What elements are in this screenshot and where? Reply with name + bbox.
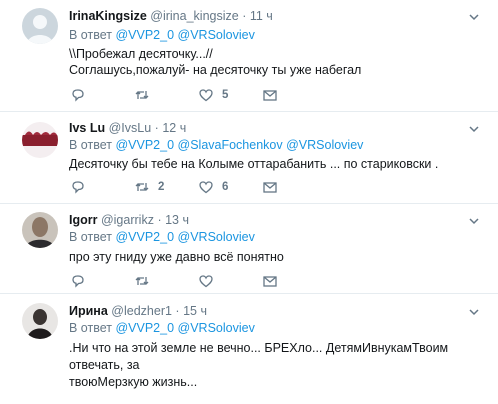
separator: · bbox=[154, 121, 159, 135]
reply-context: В ответ @VVP2_0 @SlavaFochenkov @VRSolov… bbox=[69, 138, 363, 152]
retweet-icon bbox=[135, 183, 149, 191]
like-count: 6 bbox=[222, 181, 229, 193]
tweet-text: Десяточку бы тебе на Колыме оттарабанить… bbox=[69, 156, 479, 172]
retweet-icon bbox=[135, 91, 149, 99]
display-name[interactable]: Ivs Lu bbox=[69, 121, 105, 135]
chevron-down-icon[interactable] bbox=[468, 215, 480, 227]
mention-link[interactable]: @VVP2_0 bbox=[115, 138, 174, 152]
user-handle[interactable]: @igarrikz bbox=[101, 213, 154, 227]
tweet[interactable]: IrinaKingsize @irina_kingsize · 11 ч В о… bbox=[0, 0, 498, 112]
like-button[interactable] bbox=[198, 272, 222, 290]
display-name[interactable]: IrinaKingsize bbox=[69, 9, 147, 23]
like-count: 5 bbox=[222, 89, 229, 101]
reply-prefix: В ответ bbox=[69, 321, 112, 335]
user-handle[interactable]: @ledzher1 bbox=[111, 304, 172, 318]
mention-link[interactable]: @VVP2_0 bbox=[115, 230, 174, 244]
heart-icon bbox=[199, 181, 213, 194]
reply-thread: IrinaKingsize @irina_kingsize · 11 ч В о… bbox=[0, 0, 498, 404]
envelope-icon bbox=[263, 182, 277, 193]
reply-prefix: В ответ bbox=[69, 230, 112, 244]
retweet-button[interactable]: 2 bbox=[134, 178, 164, 196]
mention-link[interactable]: @VRSoloviev bbox=[178, 230, 255, 244]
chevron-down-icon[interactable] bbox=[468, 306, 480, 318]
timestamp[interactable]: 15 ч bbox=[183, 304, 207, 318]
tweet-header: Ирина @ledzher1 · 15 ч bbox=[69, 304, 207, 318]
avatar[interactable] bbox=[22, 8, 58, 44]
tweet-text-line: Соглашусь,пожалуй- на десяточку ты уже н… bbox=[69, 63, 362, 77]
mention-link[interactable]: @VVP2_0 bbox=[115, 321, 174, 335]
reply-prefix: В ответ bbox=[69, 28, 112, 42]
tweet-text-line: .Ни что на этой земле не вечно... БРЕХло… bbox=[69, 341, 449, 372]
separator: · bbox=[242, 9, 247, 23]
tweet-header: Ivs Lu @IvsLu · 12 ч bbox=[69, 121, 186, 135]
avatar[interactable] bbox=[22, 122, 58, 158]
reply-icon bbox=[72, 181, 84, 194]
mention-link[interactable]: @VRSoloviev bbox=[178, 321, 255, 335]
tweet-actions: 2 6 bbox=[62, 178, 302, 196]
display-name[interactable]: Ирина bbox=[69, 304, 108, 318]
like-button[interactable]: 5 bbox=[198, 86, 228, 104]
tweet-text: про эту гниду уже давно всё понятно bbox=[69, 249, 479, 265]
reply-context: В ответ @VVP2_0 @VRSoloviev bbox=[69, 321, 255, 335]
tweet[interactable]: Ирина @ledzher1 · 15 ч В ответ @VVP2_0 @… bbox=[0, 294, 498, 404]
reply-button[interactable] bbox=[70, 178, 94, 196]
tweet-text-line: твоюМерзкую жизнь... bbox=[69, 375, 198, 389]
direct-message-button[interactable] bbox=[262, 272, 278, 290]
heart-icon bbox=[199, 89, 213, 102]
chevron-down-icon[interactable] bbox=[468, 123, 480, 135]
timestamp[interactable]: 13 ч bbox=[165, 213, 189, 227]
tweet-actions bbox=[62, 272, 302, 290]
timestamp[interactable]: 11 ч bbox=[250, 9, 273, 23]
reply-icon bbox=[72, 89, 84, 102]
envelope-icon bbox=[263, 90, 277, 101]
direct-message-button[interactable] bbox=[262, 178, 278, 196]
tweet-text-line: про эту гниду уже давно всё понятно bbox=[69, 250, 284, 264]
reply-prefix: В ответ bbox=[69, 138, 112, 152]
tweet[interactable]: Ivs Lu @IvsLu · 12 ч В ответ @VVP2_0 @Sl… bbox=[0, 112, 498, 204]
reply-button[interactable] bbox=[70, 86, 94, 104]
tweet-header: Igorr @igarrikz · 13 ч bbox=[69, 213, 189, 227]
tweet[interactable]: Igorr @igarrikz · 13 ч В ответ @VVP2_0 @… bbox=[0, 204, 498, 294]
mention-link[interactable]: @VRSoloviev bbox=[286, 138, 363, 152]
tweet-text-line: Десяточку бы тебе на Колыме оттарабанить… bbox=[69, 157, 439, 171]
tweet-actions: 5 bbox=[62, 86, 302, 104]
user-handle[interactable]: @IvsLu bbox=[109, 121, 152, 135]
tweet-text-line: \\Пробежал десяточку...// bbox=[69, 47, 213, 61]
mention-link[interactable]: @VVP2_0 bbox=[115, 28, 174, 42]
tweet-text: .Ни что на этой земле не вечно... БРЕХло… bbox=[69, 340, 479, 391]
mention-link[interactable]: @VRSoloviev bbox=[178, 28, 255, 42]
retweet-button[interactable] bbox=[134, 86, 158, 104]
user-handle[interactable]: @irina_kingsize bbox=[150, 9, 238, 23]
timestamp[interactable]: 12 ч bbox=[162, 121, 186, 135]
direct-message-button[interactable] bbox=[262, 86, 278, 104]
reply-icon bbox=[72, 275, 84, 288]
retweet-icon bbox=[135, 277, 149, 285]
reply-context: В ответ @VVP2_0 @VRSoloviev bbox=[69, 28, 255, 42]
envelope-icon bbox=[263, 276, 277, 287]
tweet-header: IrinaKingsize @irina_kingsize · 11 ч bbox=[69, 9, 273, 23]
heart-icon bbox=[199, 275, 213, 288]
chevron-down-icon[interactable] bbox=[468, 11, 480, 23]
tweet-text: \\Пробежал десяточку...// Соглашусь,пожа… bbox=[69, 46, 479, 78]
reply-button[interactable] bbox=[70, 272, 94, 290]
like-button[interactable]: 6 bbox=[198, 178, 228, 196]
retweet-count: 2 bbox=[158, 181, 165, 193]
separator: · bbox=[157, 213, 162, 227]
avatar[interactable] bbox=[22, 303, 58, 339]
reply-context: В ответ @VVP2_0 @VRSoloviev bbox=[69, 230, 255, 244]
avatar[interactable] bbox=[22, 212, 58, 248]
separator: · bbox=[175, 304, 180, 318]
display-name[interactable]: Igorr bbox=[69, 213, 97, 227]
mention-link[interactable]: @SlavaFochenkov bbox=[178, 138, 283, 152]
retweet-button[interactable] bbox=[134, 272, 158, 290]
